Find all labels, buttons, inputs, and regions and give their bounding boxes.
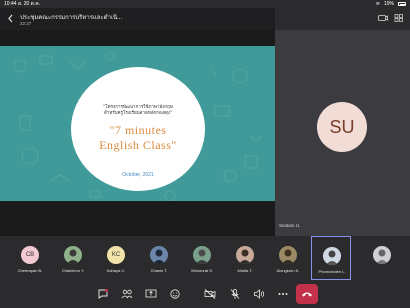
self-video-tile: SU Siratam U. [275,30,410,236]
more-icon [278,293,288,295]
more-options-button[interactable] [276,287,290,301]
status-time: 10:44 [4,1,17,7]
share-screen-icon [145,289,157,298]
participant-name: Chanitnun Y. [61,268,85,273]
participant-tile[interactable]: Mukta T. [225,236,265,280]
meeting-header: ประชุมคณะกรรมการบริหารและดำเนิ... 22:37 [0,8,275,30]
meeting-elapsed-time: 22:37 [20,21,32,26]
participant-avatar [279,246,297,264]
participant-tile[interactable]: Wimonrat S. [182,236,222,280]
participant-name: Phorncholee L. [318,269,346,274]
chevron-left-icon [7,14,12,22]
participant-avatar [150,246,168,264]
speaker-icon [254,289,265,299]
mic-toggle-button[interactable] [228,287,242,301]
participant-tile[interactable]: Chanin T. [139,236,179,280]
grid-view-icon[interactable] [394,9,404,22]
participant-tile[interactable]: Alongkorn K. [268,236,308,280]
participant-avatar [236,246,254,264]
status-date: ส. 20 ต.ค. [17,1,41,7]
participant-avatar [193,246,211,264]
reactions-button[interactable] [168,287,182,301]
participant-roster: CB Cheerapan B. Chanitnun Y. KC Kahaya C… [0,236,410,280]
participant-avatar [373,246,391,264]
slide-title-line-1: "7 minutes [109,123,167,137]
top-right-icons [378,9,404,22]
participant-tile[interactable] [362,236,402,280]
slide-thai-line-2: สำหรับครูโรงเรียนลาดหลักกองคุม" [104,111,172,116]
participant-name: Alongkorn K. [276,268,300,273]
status-bar: 10:44 ส. 20 ต.ค. ≋ 19% [0,0,410,8]
chat-icon [98,288,109,299]
status-right: ≋ 19% [376,0,406,8]
people-button[interactable] [120,287,134,301]
participant-name: Kahaya C. [106,268,126,273]
participant-tile[interactable]: CB Cheerapan B. [10,236,50,280]
meeting-title: ประชุมคณะกรรมการบริหารและดำเนิ... [20,15,123,21]
self-avatar: SU [317,102,367,152]
chat-button[interactable] [96,287,110,301]
participant-tile[interactable]: Chanitnun Y. [53,236,93,280]
wifi-icon: ≋ [375,1,380,7]
participant-avatar [64,246,82,264]
slide-title: "7 minutes English Class" [75,123,201,153]
presentation-slide: "โครงการพัฒนาการใช้ภาษาอังกฤษ สำหรับครูโ… [0,46,275,201]
camera-off-icon [204,289,216,299]
battery-percent: 19% [383,1,394,7]
participant-tile[interactable]: KC Kahaya C. [96,236,136,280]
slide-thai-subtitle: "โครงการพัฒนาการใช้ภาษาอังกฤษ สำหรับครูโ… [78,105,198,117]
back-button[interactable] [5,13,15,23]
reactions-icon [170,289,180,299]
participant-tile-active[interactable]: Phorncholee L. [311,236,351,280]
speaker-button[interactable] [252,287,266,301]
hang-up-icon [302,292,312,297]
participant-avatar: CB [21,246,39,264]
participant-name: Wimonrat S. [190,268,213,273]
participant-name: Cheerapan B. [17,268,43,273]
slide-date: October, 2021 [122,172,154,178]
status-time-date: 10:44 ส. 20 ต.ค. [4,0,40,8]
participant-name: Chanin T. [150,268,168,273]
participant-name: Mukta T. [237,268,253,273]
slide-title-line-2: English Class" [99,138,177,152]
shared-screen: "โครงการพัฒนาการใช้ภาษาอังกฤษ สำหรับครูโ… [0,30,275,262]
participant-avatar [323,247,341,265]
battery-icon [398,2,406,6]
people-icon [121,289,133,299]
self-name-tag: Siratam U. [279,223,301,228]
participant-avatar: KC [107,246,125,264]
leave-call-button[interactable] [296,284,318,304]
camera-switch-icon[interactable] [378,9,388,21]
camera-toggle-button[interactable] [203,287,217,301]
mic-off-icon [230,289,240,299]
call-controls [0,280,410,308]
share-screen-button[interactable] [144,287,158,301]
